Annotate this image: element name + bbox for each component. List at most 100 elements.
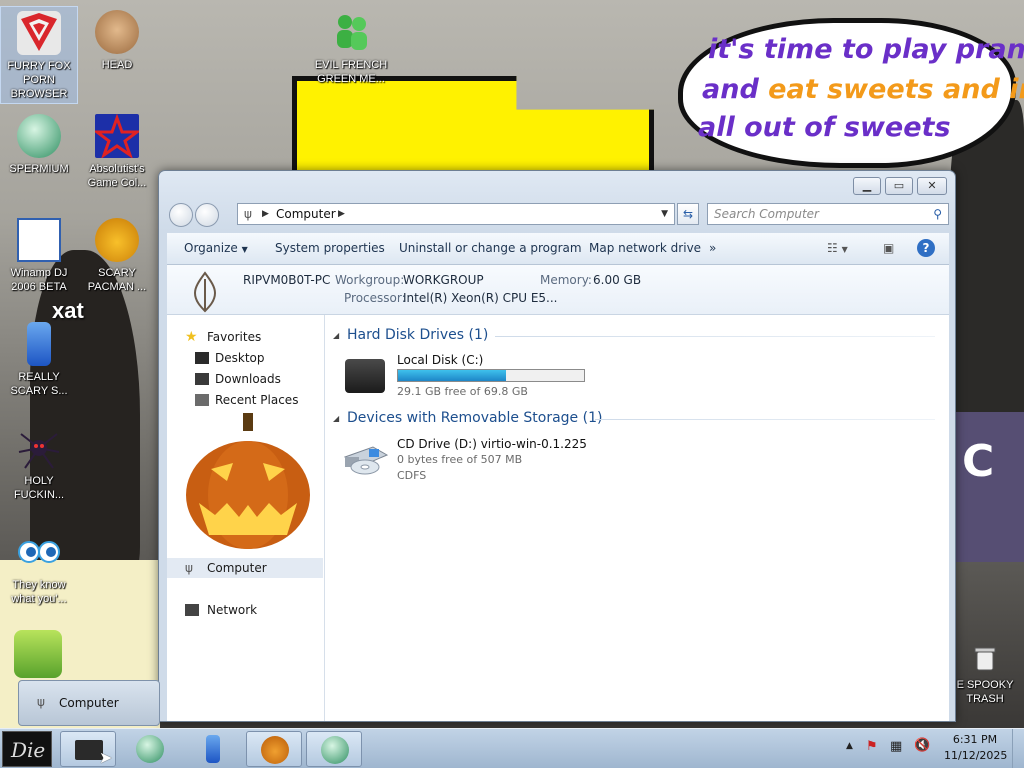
maximize-button[interactable]: ▭ bbox=[885, 177, 913, 195]
clock-time[interactable]: 6:31 PM bbox=[944, 733, 1006, 746]
volume-muted-icon[interactable]: 🔇 bbox=[914, 738, 930, 753]
desktop-icon-absolutists-game-col[interactable]: Absolutist's Game Col... bbox=[78, 110, 156, 190]
desktop-icon-winamp-dj[interactable]: Winamp DJ 2006 BETA bbox=[0, 214, 78, 294]
desktop-folder-icon bbox=[195, 352, 209, 364]
show-desktop-button[interactable] bbox=[1012, 729, 1024, 768]
network-tray-icon[interactable]: ▦ bbox=[890, 739, 902, 754]
green-messenger-icon bbox=[329, 10, 373, 54]
organize-button[interactable]: Organize ▼ bbox=[184, 241, 248, 255]
address-bar[interactable]: ψ ▶ Computer ▶ ▼ bbox=[237, 203, 675, 225]
taskbar-explorer-button[interactable]: ➤ bbox=[60, 731, 116, 767]
nav-desktop[interactable]: Desktop bbox=[167, 348, 323, 368]
breadcrumb-computer[interactable]: Computer bbox=[276, 204, 336, 224]
nav-computer[interactable]: ψ Computer bbox=[167, 558, 323, 578]
prank-text-line-2-orange: eat sweets and im bbox=[768, 74, 1024, 105]
globe-browser-icon bbox=[17, 114, 61, 158]
prank-text-line-3: all out of sweets bbox=[698, 112, 951, 143]
jack-o-lantern-icon bbox=[261, 736, 289, 764]
prank-text-line-1: it's time to play pranks bbox=[708, 34, 1024, 65]
desktop-icon-label: SCARY PACMAN ... bbox=[87, 267, 147, 293]
group-hard-disk-drives[interactable]: Hard Disk Drives (1) bbox=[347, 327, 488, 343]
action-center-flag-icon[interactable]: ⚑ bbox=[866, 739, 878, 754]
nav-network[interactable]: Network bbox=[167, 600, 323, 620]
taskbar-browser-button[interactable] bbox=[122, 731, 178, 767]
workgroup-label: Workgroup: bbox=[335, 273, 405, 287]
address-dropdown-icon[interactable]: ▼ bbox=[661, 204, 668, 224]
desktop-icon-furry-fox-browser[interactable]: FURRY FOX PORN BROWSER bbox=[0, 6, 78, 104]
drive-c-free-space: 29.1 GB free of 69.8 GB bbox=[397, 385, 528, 398]
drive-d-name: CD Drive (D:) virtio-win-0.1.225 bbox=[397, 437, 587, 451]
nav-recent-places[interactable]: Recent Places bbox=[167, 390, 323, 410]
map-network-drive-button[interactable]: Map network drive bbox=[589, 241, 701, 255]
forward-button[interactable] bbox=[195, 203, 219, 227]
spider-icon bbox=[17, 426, 61, 470]
desktop-icon-spooky-trash[interactable]: E SPOOKY TRASH bbox=[946, 626, 1024, 706]
trash-bin-icon bbox=[963, 630, 1007, 674]
search-placeholder: Search Computer bbox=[714, 207, 819, 221]
group-divider bbox=[595, 419, 935, 420]
drive-c-capacity-fill bbox=[398, 370, 507, 381]
window-titlebar[interactable]: ▁ ▭ ✕ bbox=[159, 171, 955, 201]
blue-bottle-icon bbox=[27, 322, 51, 366]
desktop-icon-really-scary-s[interactable]: REALLY SCARY S... bbox=[0, 318, 78, 398]
group-removable-storage[interactable]: Devices with Removable Storage (1) bbox=[347, 410, 602, 426]
search-input[interactable]: Search Computer ⚲ bbox=[707, 203, 949, 225]
desktop-icon-evil-french-green-me[interactable]: EVIL FRENCH GREEN ME... bbox=[312, 6, 390, 86]
cd-drive-icon bbox=[343, 443, 389, 475]
downloads-folder-icon bbox=[195, 373, 209, 385]
head-face-icon bbox=[95, 10, 139, 54]
memory-label: Memory: bbox=[540, 273, 592, 287]
desktop-icon-head[interactable]: HEAD bbox=[78, 6, 156, 72]
desktop-icon-holy-fuckin[interactable]: HOLY FUCKIN... bbox=[0, 422, 78, 502]
desktop-icon-scary-pacman[interactable]: SCARY PACMAN ... bbox=[78, 214, 156, 294]
help-icon[interactable]: ? bbox=[917, 239, 935, 257]
memory-value: 6.00 GB bbox=[593, 273, 642, 287]
desktop-icon-label: Winamp DJ 2006 BETA bbox=[10, 267, 68, 293]
nav-favorites-label: Favorites bbox=[207, 330, 262, 344]
address-row: ψ ▶ Computer ▶ ▼ ⇆ Search Computer ⚲ bbox=[167, 201, 949, 227]
back-button[interactable] bbox=[169, 203, 193, 227]
purple-sign-decoration bbox=[956, 412, 1024, 562]
breadcrumb-separator-icon: ▶ bbox=[338, 209, 345, 219]
nav-downloads[interactable]: Downloads bbox=[167, 369, 323, 389]
processor-label: Processor: bbox=[344, 291, 406, 305]
clock-date[interactable]: 11/12/2025 bbox=[944, 749, 1007, 762]
details-pane: RIPVM0B0T-PC Workgroup: WORKGROUP Memory… bbox=[167, 265, 949, 315]
globe-browser-icon bbox=[136, 735, 164, 763]
chevron-down-icon: ▼ bbox=[241, 245, 248, 254]
desktop-icon-green-app[interactable] bbox=[14, 630, 62, 678]
explorer-window: ▁ ▭ ✕ ψ ▶ Computer ▶ ▼ ⇆ Search Computer… bbox=[158, 170, 956, 722]
uninstall-program-button[interactable]: Uninstall or change a program bbox=[399, 241, 582, 255]
close-button[interactable]: ✕ bbox=[917, 177, 947, 195]
desktop-icon-spermium[interactable]: SPERMIUM bbox=[0, 110, 78, 176]
more-commands-button[interactable]: » bbox=[709, 241, 716, 255]
collapse-arrow-icon[interactable]: ◢ bbox=[333, 414, 339, 423]
show-hidden-icons-icon[interactable]: ▲ bbox=[846, 741, 853, 751]
desktop-icon-label: REALLY SCARY S... bbox=[10, 371, 68, 397]
refresh-icon[interactable]: ⇆ bbox=[677, 203, 699, 225]
start-button[interactable]: Die bbox=[2, 731, 52, 767]
change-view-icon[interactable]: ☷ ▼ bbox=[827, 241, 848, 255]
nav-desktop-label: Desktop bbox=[215, 351, 265, 365]
desktop-icon-they-know[interactable]: They know what you'... bbox=[0, 526, 78, 606]
minimize-button[interactable]: ▁ bbox=[853, 177, 881, 195]
jack-o-lantern-image bbox=[183, 411, 313, 551]
drive-d-filesystem: CDFS bbox=[397, 469, 427, 482]
organize-label: Organize bbox=[184, 241, 238, 255]
collapse-arrow-icon[interactable]: ◢ bbox=[333, 331, 339, 340]
taskbar-pumpkin-button[interactable] bbox=[246, 731, 302, 767]
drive-local-disk-c[interactable]: Local Disk (C:) 29.1 GB free of 69.8 GB bbox=[339, 353, 599, 401]
drive-cd-d[interactable]: CD Drive (D:) virtio-win-0.1.225 0 bytes… bbox=[339, 437, 599, 485]
taskbar-bottle-button[interactable] bbox=[184, 731, 240, 767]
taskbar-browser-button-2[interactable] bbox=[306, 731, 362, 767]
desktop-icon-label: FURRY FOX PORN BROWSER bbox=[7, 60, 71, 100]
computer-icon: ψ bbox=[37, 695, 45, 709]
nav-computer-label: Computer bbox=[207, 561, 267, 575]
preview-pane-icon[interactable]: ▣ bbox=[883, 241, 894, 255]
desktop-icon-label: HEAD bbox=[101, 59, 133, 71]
taskbar-thumbnail-flyout[interactable]: ψ Computer bbox=[18, 680, 160, 726]
search-icon[interactable]: ⚲ bbox=[933, 204, 942, 224]
winamp-window-icon bbox=[17, 218, 61, 262]
nav-favorites[interactable]: ★ Favorites bbox=[167, 327, 323, 347]
system-properties-button[interactable]: System properties bbox=[275, 241, 385, 255]
